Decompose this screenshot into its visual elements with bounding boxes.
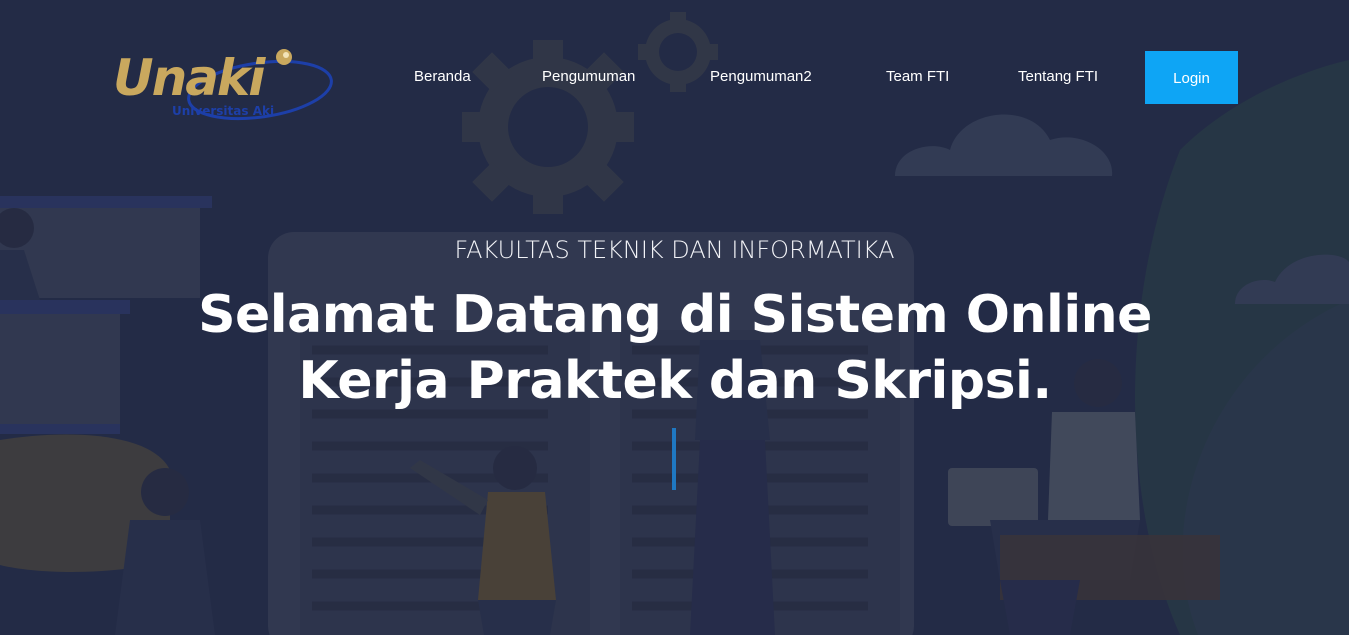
typing-cursor	[672, 428, 676, 490]
unaki-logo[interactable]: Unaki Universitas Aki	[110, 46, 340, 132]
hero-title: Selamat Datang di Sistem Online Kerja Pr…	[198, 285, 1152, 411]
login-button[interactable]: Login	[1145, 51, 1238, 104]
nav-item-pengumuman2[interactable]: Pengumuman2	[710, 66, 812, 88]
nav-item-tentang-fti[interactable]: Tentang FTI	[1018, 66, 1098, 88]
nav-item-beranda[interactable]: Beranda	[414, 66, 471, 88]
nav-item-pengumuman[interactable]: Pengumuman	[542, 66, 635, 88]
site-header: Unaki Universitas Aki Beranda Pengumuman…	[0, 0, 1349, 150]
nav-item-team-fti[interactable]: Team FTI	[886, 66, 949, 88]
landing-page: Unaki Universitas Aki Beranda Pengumuman…	[0, 0, 1349, 635]
logo-subtitle: Universitas Aki	[172, 104, 275, 118]
logo-wordmark: Unaki	[113, 49, 265, 107]
hero-eyebrow: FAKULTAS TEKNIK DAN INFORMATIKA	[454, 236, 895, 264]
